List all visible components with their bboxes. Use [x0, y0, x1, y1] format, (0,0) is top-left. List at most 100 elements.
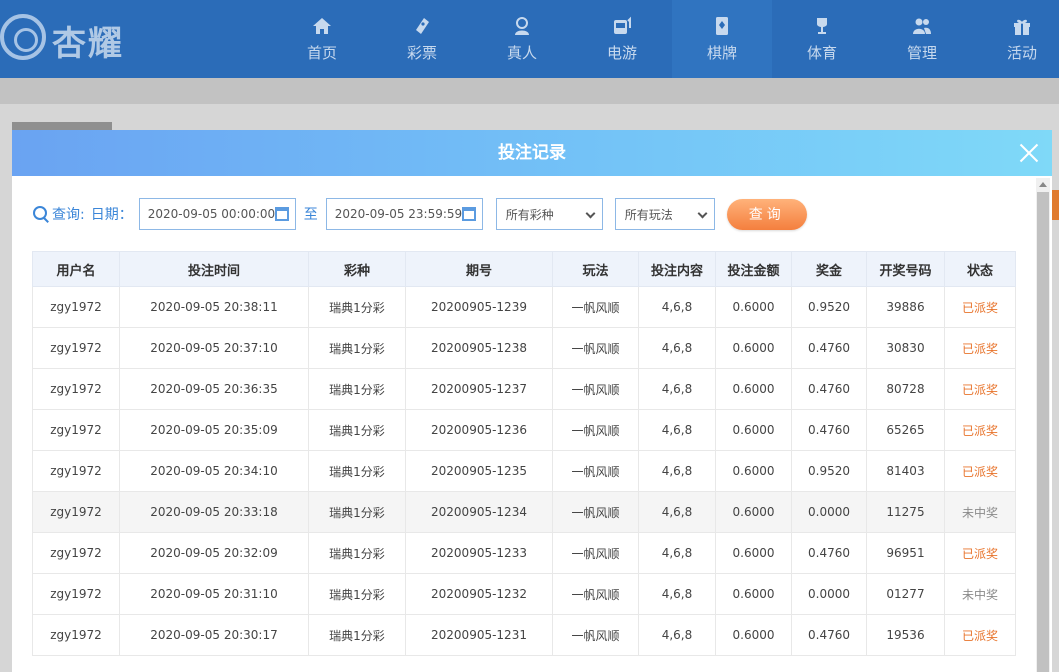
play-type-select[interactable]: 所有玩法	[614, 198, 715, 230]
nav-item-lottery[interactable]: 彩票	[372, 0, 472, 78]
table-cell: 2020-09-05 20:35:09	[119, 409, 309, 451]
card-game-icon	[716, 16, 728, 35]
start-date-value: 2020-09-05 00:00:00	[147, 207, 276, 221]
date-range-separator: 至	[303, 207, 318, 223]
lottery-icon	[416, 17, 429, 34]
table-cell: 20200905-1237	[405, 368, 553, 410]
table-cell: 0.6000	[715, 327, 792, 369]
sub-header-bar	[0, 78, 1059, 104]
bet-records-table: 用户名 投注时间 彩种 期号 玩法 投注内容 投注金额 奖金 开奖号码 状态 z…	[32, 251, 1016, 656]
table-cell: 0.4760	[791, 614, 867, 656]
scroll-thumb[interactable]	[1037, 192, 1049, 672]
table-cell: 0.9520	[791, 286, 867, 328]
nav-item-home[interactable]: 首页	[272, 0, 372, 78]
nav-item-live[interactable]: 真人	[472, 0, 572, 78]
table-cell: 4,6,8	[638, 491, 716, 533]
table-row[interactable]: zgy1972 2020-09-05 20:36:35 瑞典1分彩 20200905-…	[32, 368, 1016, 410]
start-date-input[interactable]: 2020-09-05 00:00:00	[138, 198, 296, 230]
table-row[interactable]: zgy1972 2020-09-05 20:37:10 瑞典1分彩 20200905-…	[32, 327, 1016, 369]
table-cell: 2020-09-05 20:30:17	[119, 614, 309, 656]
table-row[interactable]: zgy1972 2020-09-05 20:32:09 瑞典1分彩 20200905-…	[32, 532, 1016, 574]
scroll-up-arrow-icon[interactable]	[1039, 182, 1047, 187]
lottery-type-select[interactable]: 所有彩种	[495, 198, 603, 230]
lottery-type-value: 所有彩种	[505, 207, 554, 222]
logo-emblem-icon	[0, 14, 46, 60]
table-cell: 65265	[866, 409, 945, 451]
table-cell: 20200905-1231	[405, 614, 553, 656]
table-cell: 0.4760	[791, 532, 867, 574]
table-cell: 20200905-1233	[405, 532, 553, 574]
column-header: 开奖号码	[866, 251, 945, 287]
table-row[interactable]: zgy1972 2020-09-05 20:31:10 瑞典1分彩 20200905-…	[32, 573, 1016, 615]
table-cell: 0.4760	[791, 327, 867, 369]
table-cell: 4,6,8	[638, 286, 716, 328]
table-cell: 20200905-1239	[405, 286, 553, 328]
table-cell: 0.6000	[715, 532, 792, 574]
table-cell: 0.6000	[715, 614, 792, 656]
table-cell: 一帆风顺	[552, 491, 639, 533]
column-header: 用户名	[32, 251, 120, 287]
status-cell: 已派奖	[944, 327, 1016, 369]
table-row[interactable]: zgy1972 2020-09-05 20:34:10 瑞典1分彩 20200905-…	[32, 450, 1016, 492]
table-cell: 4,6,8	[638, 450, 716, 492]
gift-icon	[1014, 19, 1030, 35]
search-icon	[32, 205, 50, 223]
table-cell: zgy1972	[32, 409, 120, 451]
table-cell: 瑞典1分彩	[308, 450, 406, 492]
table-cell: 一帆风顺	[552, 573, 639, 615]
user-management-icon	[913, 18, 931, 34]
table-cell: 30830	[866, 327, 945, 369]
table-cell: zgy1972	[32, 491, 120, 533]
play-type-value: 所有玩法	[624, 207, 673, 222]
status-cell: 未中奖	[944, 491, 1016, 533]
table-row[interactable]: zgy1972 2020-09-05 20:30:17 瑞典1分彩 20200905-…	[32, 614, 1016, 656]
table-cell: zgy1972	[32, 368, 120, 410]
nav-item-management[interactable]: 管理	[872, 0, 972, 78]
calendar-icon[interactable]	[274, 207, 289, 221]
brand-logo[interactable]: 杏耀	[0, 8, 150, 70]
table-cell: zgy1972	[32, 614, 120, 656]
table-cell: 瑞典1分彩	[308, 573, 406, 615]
nav-item-sports[interactable]: 体育	[772, 0, 872, 78]
background-side-tab	[1052, 190, 1059, 220]
live-dealer-icon	[515, 16, 529, 35]
table-row[interactable]: zgy1972 2020-09-05 20:38:11 瑞典1分彩 20200905-…	[32, 286, 1016, 328]
close-icon[interactable]	[1016, 140, 1042, 166]
nav-item-promotions[interactable]: 活动	[972, 0, 1059, 78]
table-cell: 4,6,8	[638, 409, 716, 451]
table-cell: 20200905-1238	[405, 327, 553, 369]
bet-records-modal: 投注记录 查询: 日期： 2020-09-05 00:00:00 至 2020-…	[12, 130, 1052, 672]
home-icon	[313, 17, 331, 34]
query-button[interactable]: 查询	[726, 198, 807, 230]
nav-label: 管理	[906, 43, 937, 62]
table-row[interactable]: zgy1972 2020-09-05 20:33:18 瑞典1分彩 20200905-…	[32, 491, 1016, 533]
modal-header: 投注记录	[12, 130, 1052, 176]
table-row[interactable]: zgy1972 2020-09-05 20:35:09 瑞典1分彩 20200905-…	[32, 409, 1016, 451]
table-cell: 0.6000	[715, 409, 792, 451]
table-cell: 2020-09-05 20:34:10	[119, 450, 309, 492]
table-cell: 4,6,8	[638, 327, 716, 369]
table-cell: 0.9520	[791, 450, 867, 492]
table-cell: 4,6,8	[638, 573, 716, 615]
table-cell: 4,6,8	[638, 532, 716, 574]
table-cell: 20200905-1232	[405, 573, 553, 615]
calendar-icon[interactable]	[461, 207, 476, 221]
status-cell: 已派奖	[944, 614, 1016, 656]
nav-label: 首页	[306, 43, 337, 62]
nav-item-slots[interactable]: 电游	[572, 0, 672, 78]
nav-label: 棋牌	[706, 43, 737, 62]
nav-item-cards[interactable]: 棋牌	[672, 0, 772, 78]
table-cell: zgy1972	[32, 450, 120, 492]
table-cell: 0.6000	[715, 573, 792, 615]
column-header: 彩种	[308, 251, 406, 287]
status-cell: 已派奖	[944, 286, 1016, 328]
table-cell: 一帆风顺	[552, 614, 639, 656]
table-cell: 0.0000	[791, 573, 867, 615]
end-date-input[interactable]: 2020-09-05 23:59:59	[325, 198, 483, 230]
table-cell: 瑞典1分彩	[308, 409, 406, 451]
table-cell: 瑞典1分彩	[308, 368, 406, 410]
status-cell: 已派奖	[944, 368, 1016, 410]
table-cell: 2020-09-05 20:31:10	[119, 573, 309, 615]
modal-scrollbar[interactable]	[1036, 178, 1050, 672]
table-cell: 80728	[866, 368, 945, 410]
